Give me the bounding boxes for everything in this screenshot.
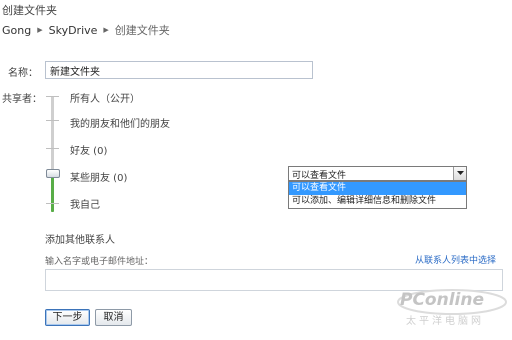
add-contacts-title: 添加其他联系人 [45, 235, 115, 246]
breadcrumb-item-gong[interactable]: Gong [2, 24, 31, 37]
breadcrumb-item-skydrive[interactable]: SkyDrive [49, 24, 98, 37]
slider-tick [46, 120, 59, 121]
page-title: 创建文件夹 [2, 4, 57, 17]
slider-tick [46, 203, 59, 204]
folder-name-input[interactable] [45, 61, 313, 79]
breadcrumb-arrow-icon: ▶ [103, 26, 109, 34]
watermark-text: PConline [400, 290, 485, 310]
sharer-label: 共享者： [2, 94, 42, 105]
next-button[interactable]: 下一步 [45, 309, 90, 326]
watermark-subtext: 太平洋电脑网 [406, 316, 484, 327]
cancel-button[interactable]: 取消 [95, 309, 132, 326]
choose-from-contacts-link[interactable]: 从联系人列表中选择 [415, 253, 496, 266]
permission-option-view[interactable]: 可以查看文件 [289, 182, 466, 195]
permission-option-edit[interactable]: 可以添加、编辑详细信息和删除文件 [289, 195, 466, 208]
contacts-input-label: 输入名字或电子邮件地址： [45, 257, 154, 267]
share-level-some-friends[interactable]: 某些朋友 (0) [70, 169, 127, 184]
share-level-only-me[interactable]: 我自己 [70, 196, 100, 211]
share-level-public[interactable]: 所有人（公开） [70, 90, 140, 105]
breadcrumb-item-current: 创建文件夹 [114, 24, 170, 37]
watermark-logo: PConline 太平洋电脑网 [392, 286, 512, 340]
folder-name-label: 名称： [8, 68, 38, 79]
share-level-slider-fill [51, 175, 54, 212]
permission-options-list: 可以查看文件 可以添加、编辑详细信息和删除文件 [288, 181, 467, 209]
slider-tick [46, 148, 59, 149]
breadcrumb: Gong ▶ SkyDrive ▶ 创建文件夹 [2, 22, 170, 38]
share-level-friends-of-friends[interactable]: 我的朋友和他们的朋友 [70, 115, 170, 130]
chevron-down-icon[interactable] [453, 167, 466, 180]
share-level-friends[interactable]: 好友 (0) [70, 142, 107, 157]
permission-select-value: 可以查看文件 [292, 171, 347, 181]
permission-select[interactable]: 可以查看文件 [288, 166, 467, 181]
share-level-slider-thumb[interactable] [46, 169, 60, 178]
slider-tick [46, 96, 59, 97]
breadcrumb-arrow-icon: ▶ [37, 26, 43, 34]
